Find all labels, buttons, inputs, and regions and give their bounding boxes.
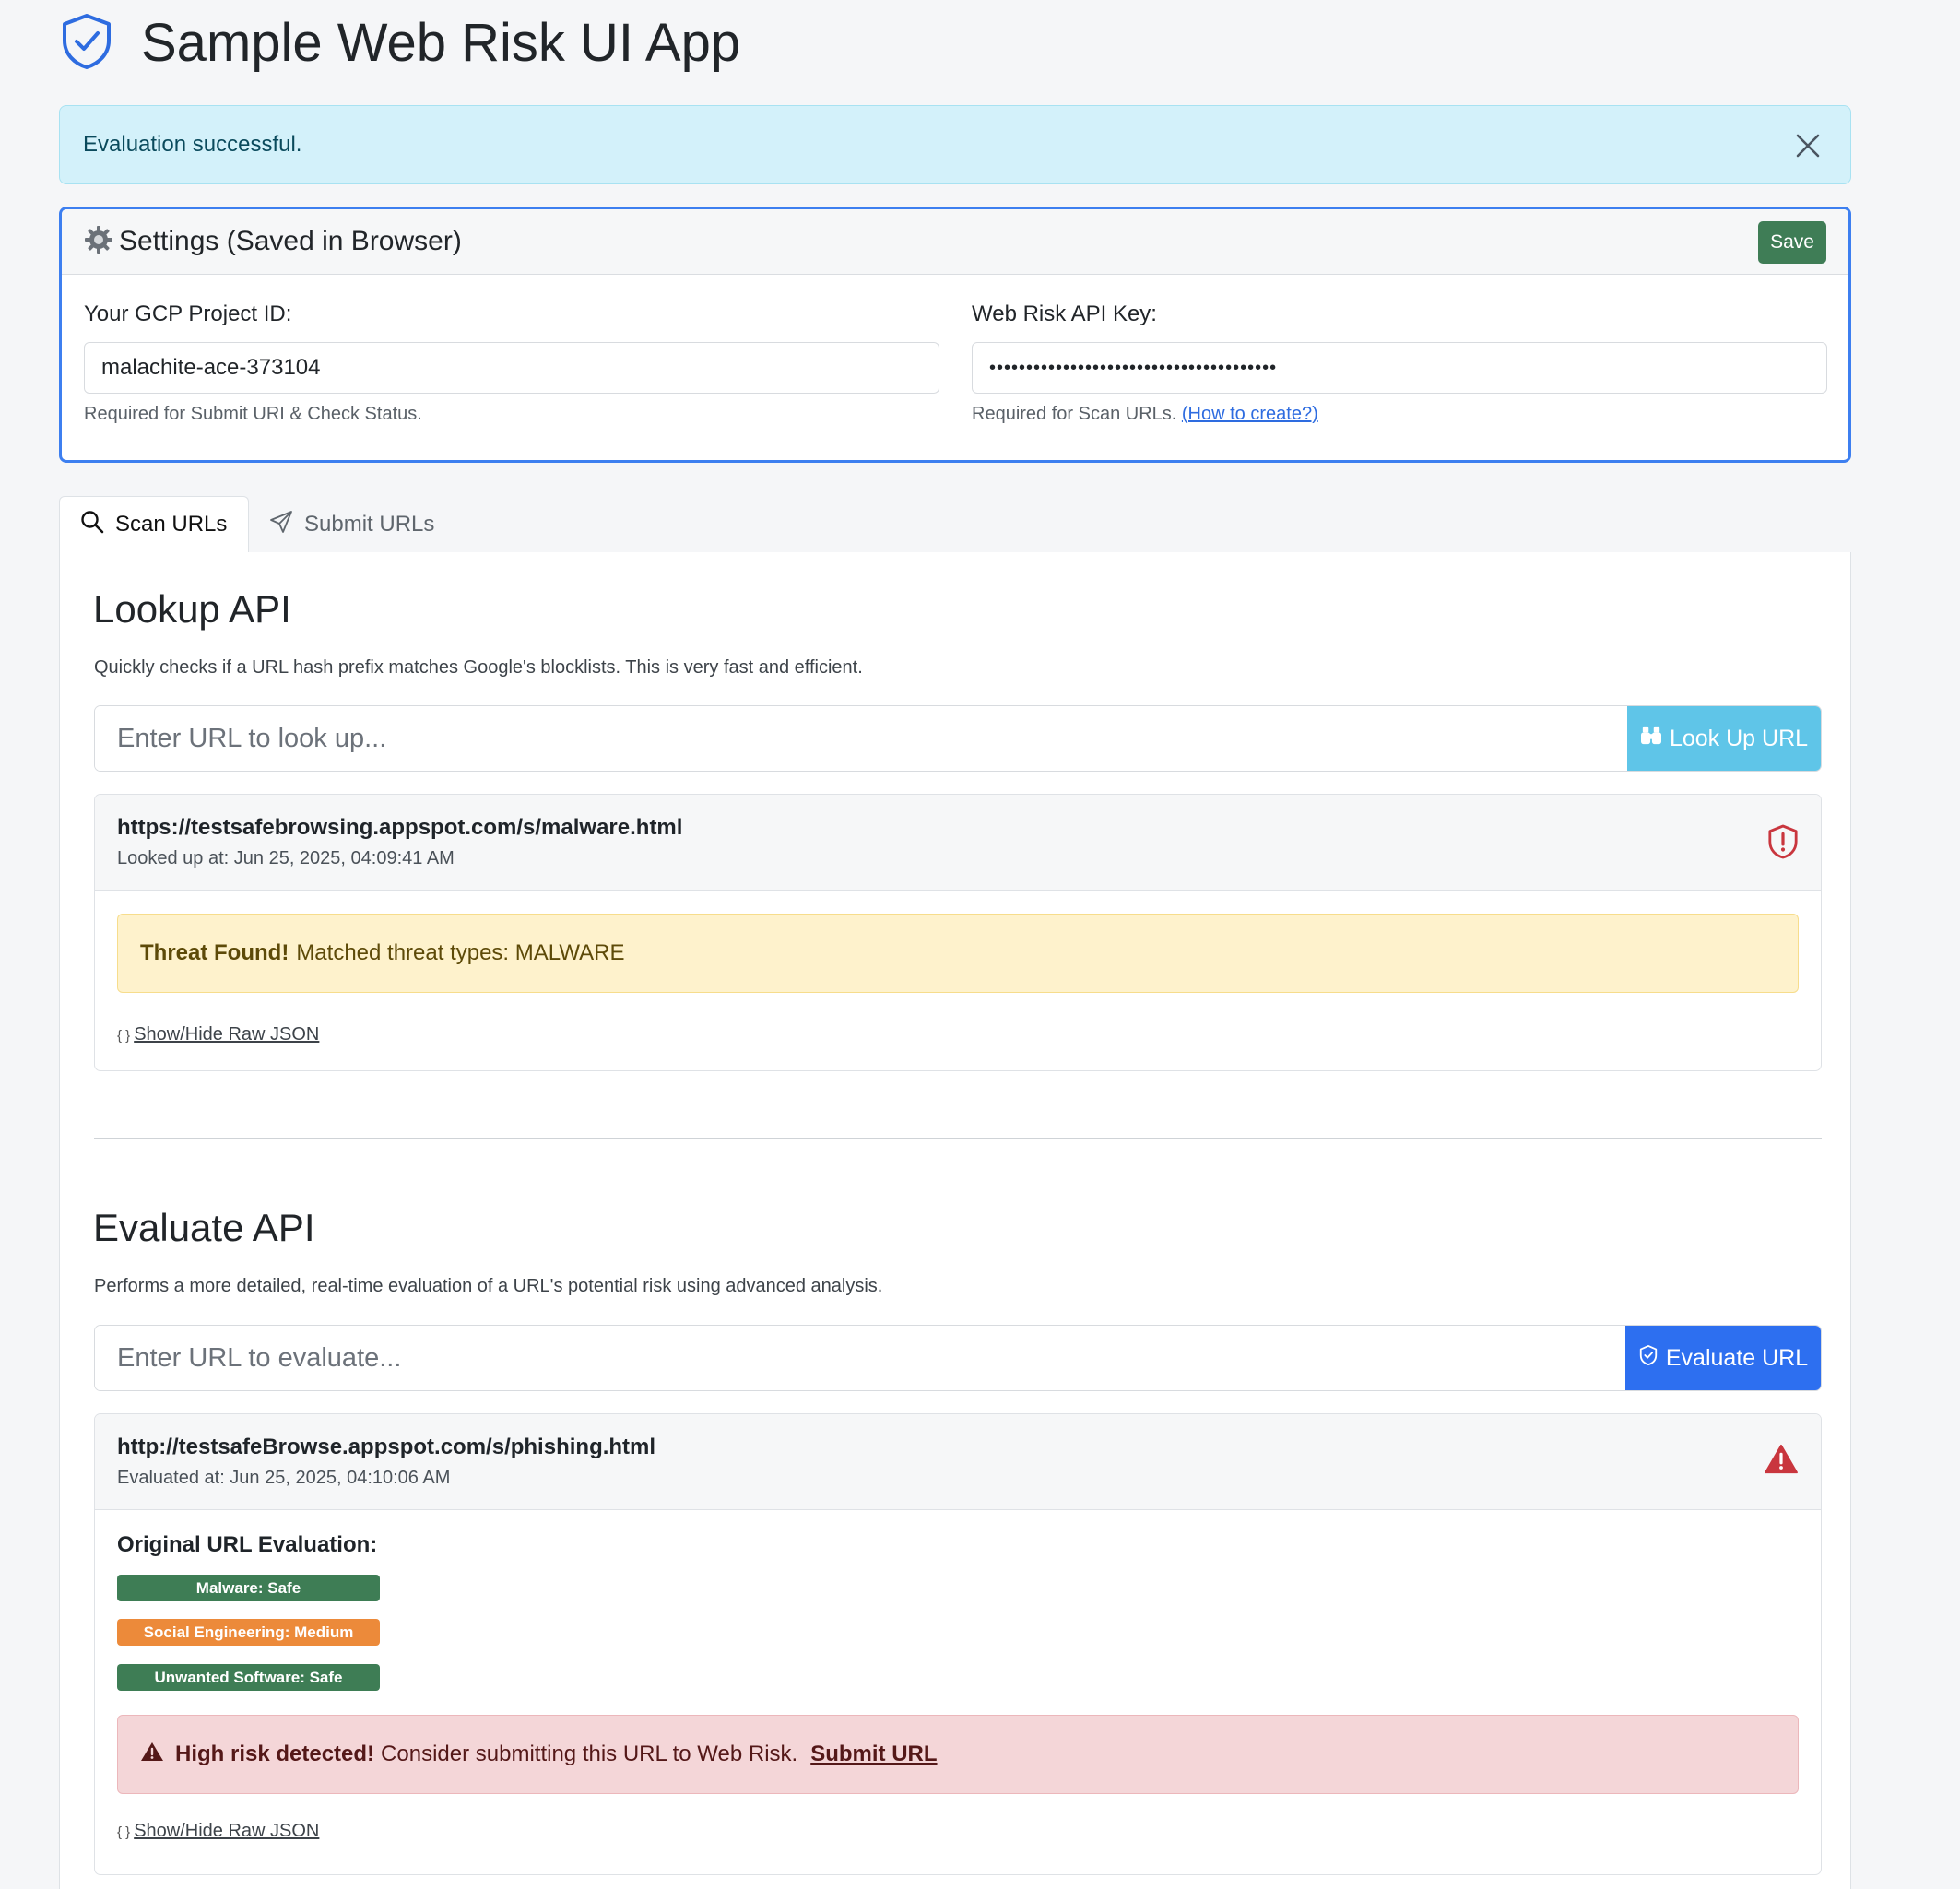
evaluate-url-label: Evaluate URL [1665,1344,1809,1371]
high-risk-alert: High risk detected! Consider submitting … [117,1715,1799,1794]
page: Sample Web Risk UI App Evaluation succes… [0,0,1960,1889]
result-url: https://testsafebrowsing.appspot.com/s/m… [117,815,683,840]
api-key-help: Required for Scan URLs. (How to create?) [972,404,1318,425]
app-header: Sample Web Risk UI App [60,11,740,76]
api-key-label: Web Risk API Key: [972,301,1157,326]
shield-check-icon [60,13,141,75]
lookup-result-header: https://testsafebrowsing.appspot.com/s/m… [95,795,1821,891]
shield-alert-icon [1767,824,1799,864]
original-evaluation-label: Original URL Evaluation: [117,1532,378,1557]
risk-strong: High risk detected! [175,1741,375,1766]
threat-alert: Threat Found! Matched threat types: MALW… [117,914,1799,993]
lookup-url-input[interactable] [95,706,1627,771]
settings-card: Settings (Saved in Browser) Save Your GC… [59,207,1851,463]
settings-header: Settings (Saved in Browser) Save [62,209,1848,275]
risk-text: Consider submitting this URL to Web Risk… [381,1741,798,1766]
raw-json-toggle[interactable]: { } Show/Hide Raw JSON [117,1024,319,1045]
scan-urls-panel: Lookup API Quickly checks if a URL hash … [59,552,1851,1889]
evaluate-url-button[interactable]: Evaluate URL [1625,1326,1821,1390]
warning-triangle-icon [140,1741,175,1769]
project-id-label: Your GCP Project ID: [84,301,292,326]
section-divider [94,1138,1822,1139]
raw-json-toggle[interactable]: { } Show/Hide Raw JSON [117,1821,319,1842]
malware-badge: Malware: Safe [117,1575,380,1601]
how-to-create-link[interactable]: (How to create?) [1182,404,1318,424]
project-id-value: malachite-ace-373104 [101,355,321,380]
threat-text: Matched threat types: MALWARE [296,940,625,965]
tab-scan-urls[interactable]: Scan URLs [59,496,249,553]
evaluate-result-header: http://testsafeBrowse.appspot.com/s/phis… [95,1414,1821,1510]
result-url: http://testsafeBrowse.appspot.com/s/phis… [117,1434,656,1459]
evaluate-title: Evaluate API [93,1206,315,1249]
alert-message: Evaluation successful. [83,132,302,157]
gear-icon [84,225,119,259]
look-up-url-label: Look Up URL [1669,725,1809,751]
save-button[interactable]: Save [1758,221,1826,264]
submit-url-link[interactable]: Submit URL [810,1741,937,1767]
search-icon [80,510,115,540]
lookup-result-card: https://testsafebrowsing.appspot.com/s/m… [94,794,1822,1071]
raw-json-link: Show/Hide Raw JSON [134,1821,320,1841]
project-id-help: Required for Submit URI & Check Status. [84,404,422,424]
binoculars-icon [1640,726,1670,752]
send-icon [269,510,304,540]
braces-icon: { } [117,1824,131,1840]
project-id-field[interactable]: malachite-ace-373104 [84,342,939,394]
raw-json-link: Show/Hide Raw JSON [134,1024,320,1045]
success-alert: Evaluation successful. [59,105,1851,184]
lookup-input-group: Look Up URL [94,705,1822,772]
evaluate-description: Performs a more detailed, real-time eval… [94,1276,883,1296]
tab-submit-urls[interactable]: Submit URLs [249,496,455,553]
api-key-value: ••••••••••••••••••••••••••••••••••••••• [989,357,1278,378]
lookup-description: Quickly checks if a URL hash prefix matc… [94,657,863,678]
tab-label: Submit URLs [304,512,435,537]
result-timestamp: Evaluated at: Jun 25, 2025, 04:10:06 AM [117,1468,451,1488]
look-up-url-button[interactable]: Look Up URL [1627,706,1821,771]
result-timestamp: Looked up at: Jun 25, 2025, 04:09:41 AM [117,848,455,868]
evaluate-result-card: http://testsafeBrowse.appspot.com/s/phis… [94,1413,1822,1875]
page-title: Sample Web Risk UI App [141,13,741,73]
tab-bar: Scan URLs Submit URLs [59,496,1851,553]
api-key-help-text: Required for Scan URLs. [972,404,1177,424]
social-engineering-badge: Social Engineering: Medium [117,1619,380,1646]
evaluate-input-group: Evaluate URL [94,1325,1822,1391]
close-icon[interactable] [1793,131,1823,160]
settings-title: Settings (Saved in Browser) [119,226,462,256]
lookup-title: Lookup API [93,587,291,631]
api-key-field[interactable]: ••••••••••••••••••••••••••••••••••••••• [972,342,1827,394]
evaluate-url-input[interactable] [95,1326,1625,1390]
warning-triangle-icon [1764,1444,1799,1480]
braces-icon: { } [117,1028,131,1044]
shield-check-icon [1638,1344,1666,1373]
threat-strong: Threat Found! [140,940,289,965]
tab-label: Scan URLs [115,512,228,537]
unwanted-software-badge: Unwanted Software: Safe [117,1664,380,1691]
